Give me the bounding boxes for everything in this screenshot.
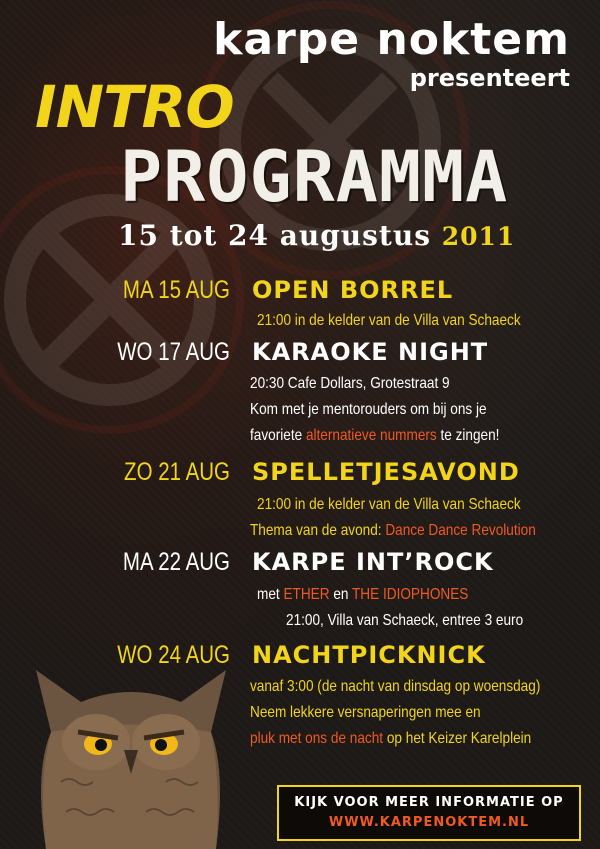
website-info-box: KIJK VOOR MEER INFORMATIE OP WWW.KARPENO… (277, 785, 581, 841)
event-date: ZO 21 AUG (124, 458, 230, 486)
event-date: MA 15 AUG (122, 276, 230, 304)
event-detail-line: 21:00 in de kelder van de Villa van Scha… (257, 313, 521, 329)
year-text: 2011 (441, 222, 516, 251)
event-title: KARPE INT’ROCK (252, 548, 494, 576)
event-date: MA 22 AUG (122, 548, 230, 576)
event-detail-text: vanaf 3:00 (de nacht van dinsdag op woen… (250, 678, 541, 695)
event-detail-text: te zingen! (436, 427, 500, 444)
event-detail-line: met ETHER en THE IDIOPHONES (257, 587, 468, 603)
event-title: SPELLETJESAVOND (252, 458, 520, 486)
event-detail-line: Kom met je mentorouders om bij ons je (250, 402, 487, 418)
event-detail-line: Neem lekkere versnaperingen mee en (250, 705, 481, 721)
event-detail-line: 20:30 Cafe Dollars, Grotestraat 9 (250, 376, 450, 392)
event-detail-text: Kom met je mentorouders om bij ons je (250, 401, 487, 418)
event-detail-line: Thema van de avond: Dance Dance Revoluti… (250, 523, 536, 539)
event-detail-text: met (257, 586, 284, 603)
event-detail-text: favoriete (250, 427, 306, 444)
event-detail-text: en (329, 586, 353, 603)
event-detail-line: vanaf 3:00 (de nacht van dinsdag op woen… (250, 679, 540, 695)
event-title: NACHTPICKNICK (252, 641, 486, 669)
event-date: WO 17 AUG (117, 338, 230, 366)
programma-heading: PROGRAMMA (120, 136, 509, 218)
presents-label: presenteert (409, 64, 570, 92)
owl-illustration (36, 670, 226, 849)
info-label: KIJK VOOR MEER INFORMATIE OP (294, 795, 564, 810)
event-title: OPEN BORREL (252, 276, 454, 304)
date-range-text: 15 tot 24 augustus (118, 219, 431, 252)
event-detail-text: 21:00 in de kelder van de Villa van Scha… (257, 496, 521, 513)
event-detail-line: pluk met ons de nacht op het Keizer Kare… (250, 731, 531, 747)
event-highlight-text: Dance Dance Revolution (385, 522, 536, 539)
band-name-text: ETHER (283, 586, 330, 603)
event-detail-text: op het Keizer Karelplein (383, 730, 532, 747)
event-highlight-text: pluk met ons de nacht (250, 730, 384, 747)
event-detail-text: 21:00 in de kelder van de Villa van Scha… (257, 312, 521, 329)
event-detail-text: Neem lekkere versnaperingen mee en (250, 704, 481, 721)
intro-heading: INTRO (35, 73, 235, 141)
event-detail-line: favoriete alternatieve nummers te zingen… (250, 428, 499, 444)
event-detail-text: Thema van de avond: (250, 522, 386, 539)
event-detail-line: 21:00 in de kelder van de Villa van Scha… (257, 497, 521, 513)
website-link[interactable]: WWW.KARPENOKTEM.NL (279, 815, 579, 830)
event-detail-text: 20:30 Cafe Dollars, Grotestraat 9 (250, 375, 450, 392)
event-detail-line: 21:00, Villa van Schaeck, entree 3 euro (286, 613, 523, 629)
event-detail-text: 21:00, Villa van Schaeck, entree 3 euro (286, 612, 524, 629)
event-highlight-text: alternatieve nummers (305, 427, 437, 444)
band-name-text: THE IDIOPHONES (352, 586, 469, 603)
event-title: KARAOKE NIGHT (252, 338, 489, 366)
brand-logo-text: karpe noktem (213, 14, 570, 65)
date-range: 15 tot 24 augustus 2011 (118, 222, 515, 250)
poster: karpe noktem presenteert INTRO PROGRAMMA… (0, 0, 600, 849)
